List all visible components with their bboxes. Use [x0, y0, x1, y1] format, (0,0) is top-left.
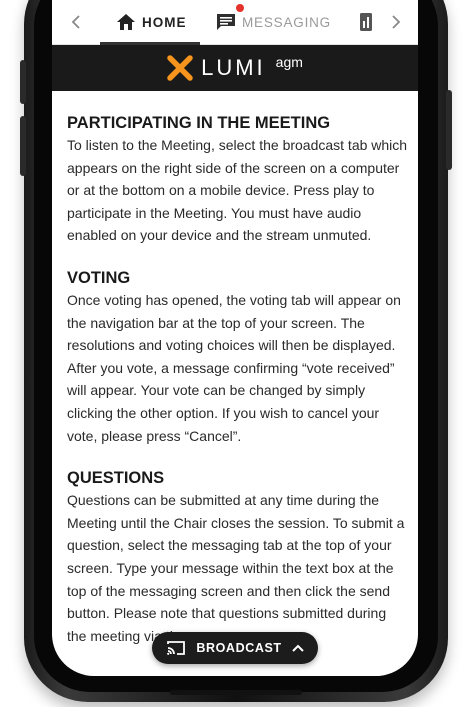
brand-suffix: agm: [275, 54, 303, 70]
chat-icon: [217, 14, 235, 30]
chevron-right-icon: [392, 15, 401, 29]
home-indicator: [170, 690, 302, 695]
section-questions: QUESTIONS Questions can be submitted at …: [67, 467, 409, 647]
lumi-x-icon: [167, 55, 193, 81]
nav-prev-button[interactable]: [66, 8, 86, 36]
nav-next-button[interactable]: [386, 8, 406, 36]
phone-side-button: [20, 116, 26, 176]
cast-icon: [167, 641, 186, 655]
stage: HOME MESSAGING LUMI agm PARTICIPATING IN…: [0, 0, 472, 707]
poll-icon[interactable]: [360, 13, 372, 31]
section-body: Once voting has opened, the voting tab w…: [67, 291, 401, 444]
content-area: PARTICIPATING IN THE MEETING To listen t…: [67, 112, 409, 667]
tab-home-label: HOME: [142, 14, 187, 30]
tab-messaging-label: MESSAGING: [242, 14, 331, 30]
section-participating: PARTICIPATING IN THE MEETING To listen t…: [67, 112, 409, 247]
section-heading: PARTICIPATING IN THE MEETING: [67, 114, 331, 132]
notification-dot: [236, 4, 244, 12]
tab-messaging[interactable]: MESSAGING: [216, 0, 331, 44]
broadcast-label: BROADCAST: [196, 641, 282, 655]
section-voting: VOTING Once voting has opened, the votin…: [67, 267, 409, 447]
phone-screen: HOME MESSAGING LUMI agm PARTICIPATING IN…: [52, 0, 418, 676]
chevron-left-icon: [71, 15, 80, 29]
tab-home[interactable]: HOME: [116, 0, 187, 44]
broadcast-button[interactable]: BROADCAST: [152, 632, 318, 664]
brand-banner: LUMI agm: [52, 45, 418, 91]
brand-name: LUMI: [201, 55, 266, 80]
phone-side-button: [20, 60, 26, 104]
section-heading: VOTING: [67, 268, 131, 287]
phone-side-button: [446, 90, 452, 170]
nav-bar: HOME MESSAGING: [52, 0, 418, 45]
chevron-up-icon: [291, 644, 304, 652]
home-icon: [117, 14, 135, 30]
section-heading: QUESTIONS: [67, 469, 165, 488]
lumi-logo: LUMI agm: [167, 54, 303, 81]
section-body: To listen to the Meeting, select the bro…: [67, 137, 408, 244]
section-body: Questions can be submitted at any time d…: [67, 492, 405, 644]
